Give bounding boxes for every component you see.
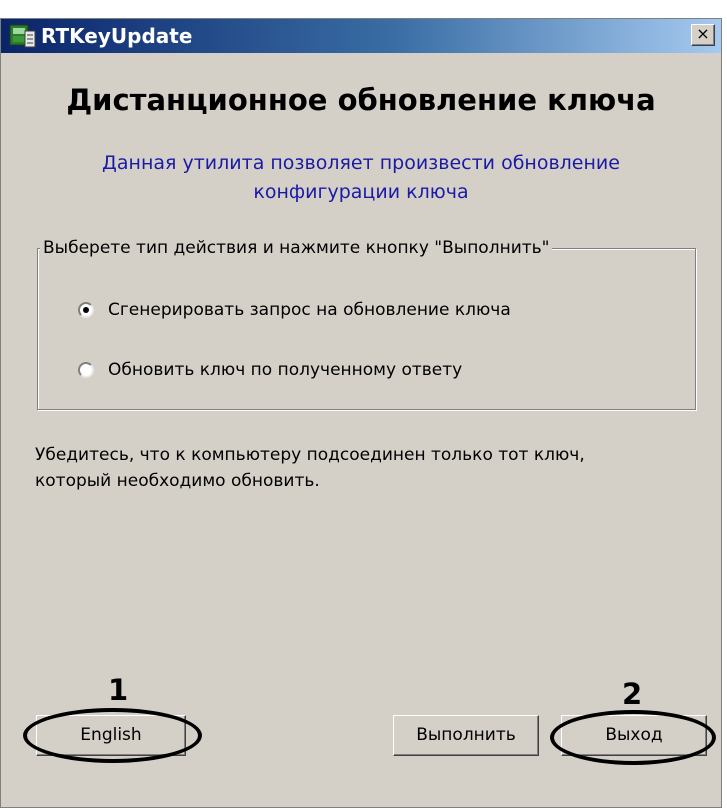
highlight-ring-english [23,708,202,763]
radio-label-generate-request[interactable]: Сгенерировать запрос на обновление ключа [108,300,511,320]
radio-button-checked[interactable] [78,302,94,318]
description-text: Данная утилита позволяет произвести обно… [51,149,671,207]
execute-button[interactable]: Выполнить [393,715,539,756]
app-icon [9,23,37,49]
title-bar[interactable]: RTKeyUpdate × [1,19,721,53]
highlight-ring-exit [550,710,716,765]
annotation-marker-1: 1 [108,673,129,707]
window-title: RTKeyUpdate [41,24,193,48]
warning-line: который необходимо обновить. [35,471,320,491]
radio-update-key[interactable]: Обновить ключ по полученному ответу [78,357,462,383]
warning-line: Убедитесь, что к компьютеру подсоединен … [35,445,585,465]
action-type-group: Выберете тип действия и нажмите кнопку "… [37,236,696,410]
warning-text: Убедитесь, что к компьютеру подсоединен … [35,442,715,494]
group-legend: Выберете тип действия и нажмите кнопку "… [40,236,553,260]
description-line: Данная утилита позволяет произвести обно… [102,152,620,174]
annotation-marker-2: 2 [622,677,643,711]
radio-button-unchecked[interactable] [78,362,94,378]
close-button[interactable]: × [691,24,715,46]
rtkeyupdate-window: RTKeyUpdate × Дистанционное обновление к… [0,18,722,808]
page-heading: Дистанционное обновление ключа [66,83,656,117]
description-line: конфигурации ключа [253,181,469,203]
close-icon: × [696,24,710,43]
radio-label-update-key[interactable]: Обновить ключ по полученному ответу [108,360,462,380]
radio-generate-request[interactable]: Сгенерировать запрос на обновление ключа [78,297,511,323]
